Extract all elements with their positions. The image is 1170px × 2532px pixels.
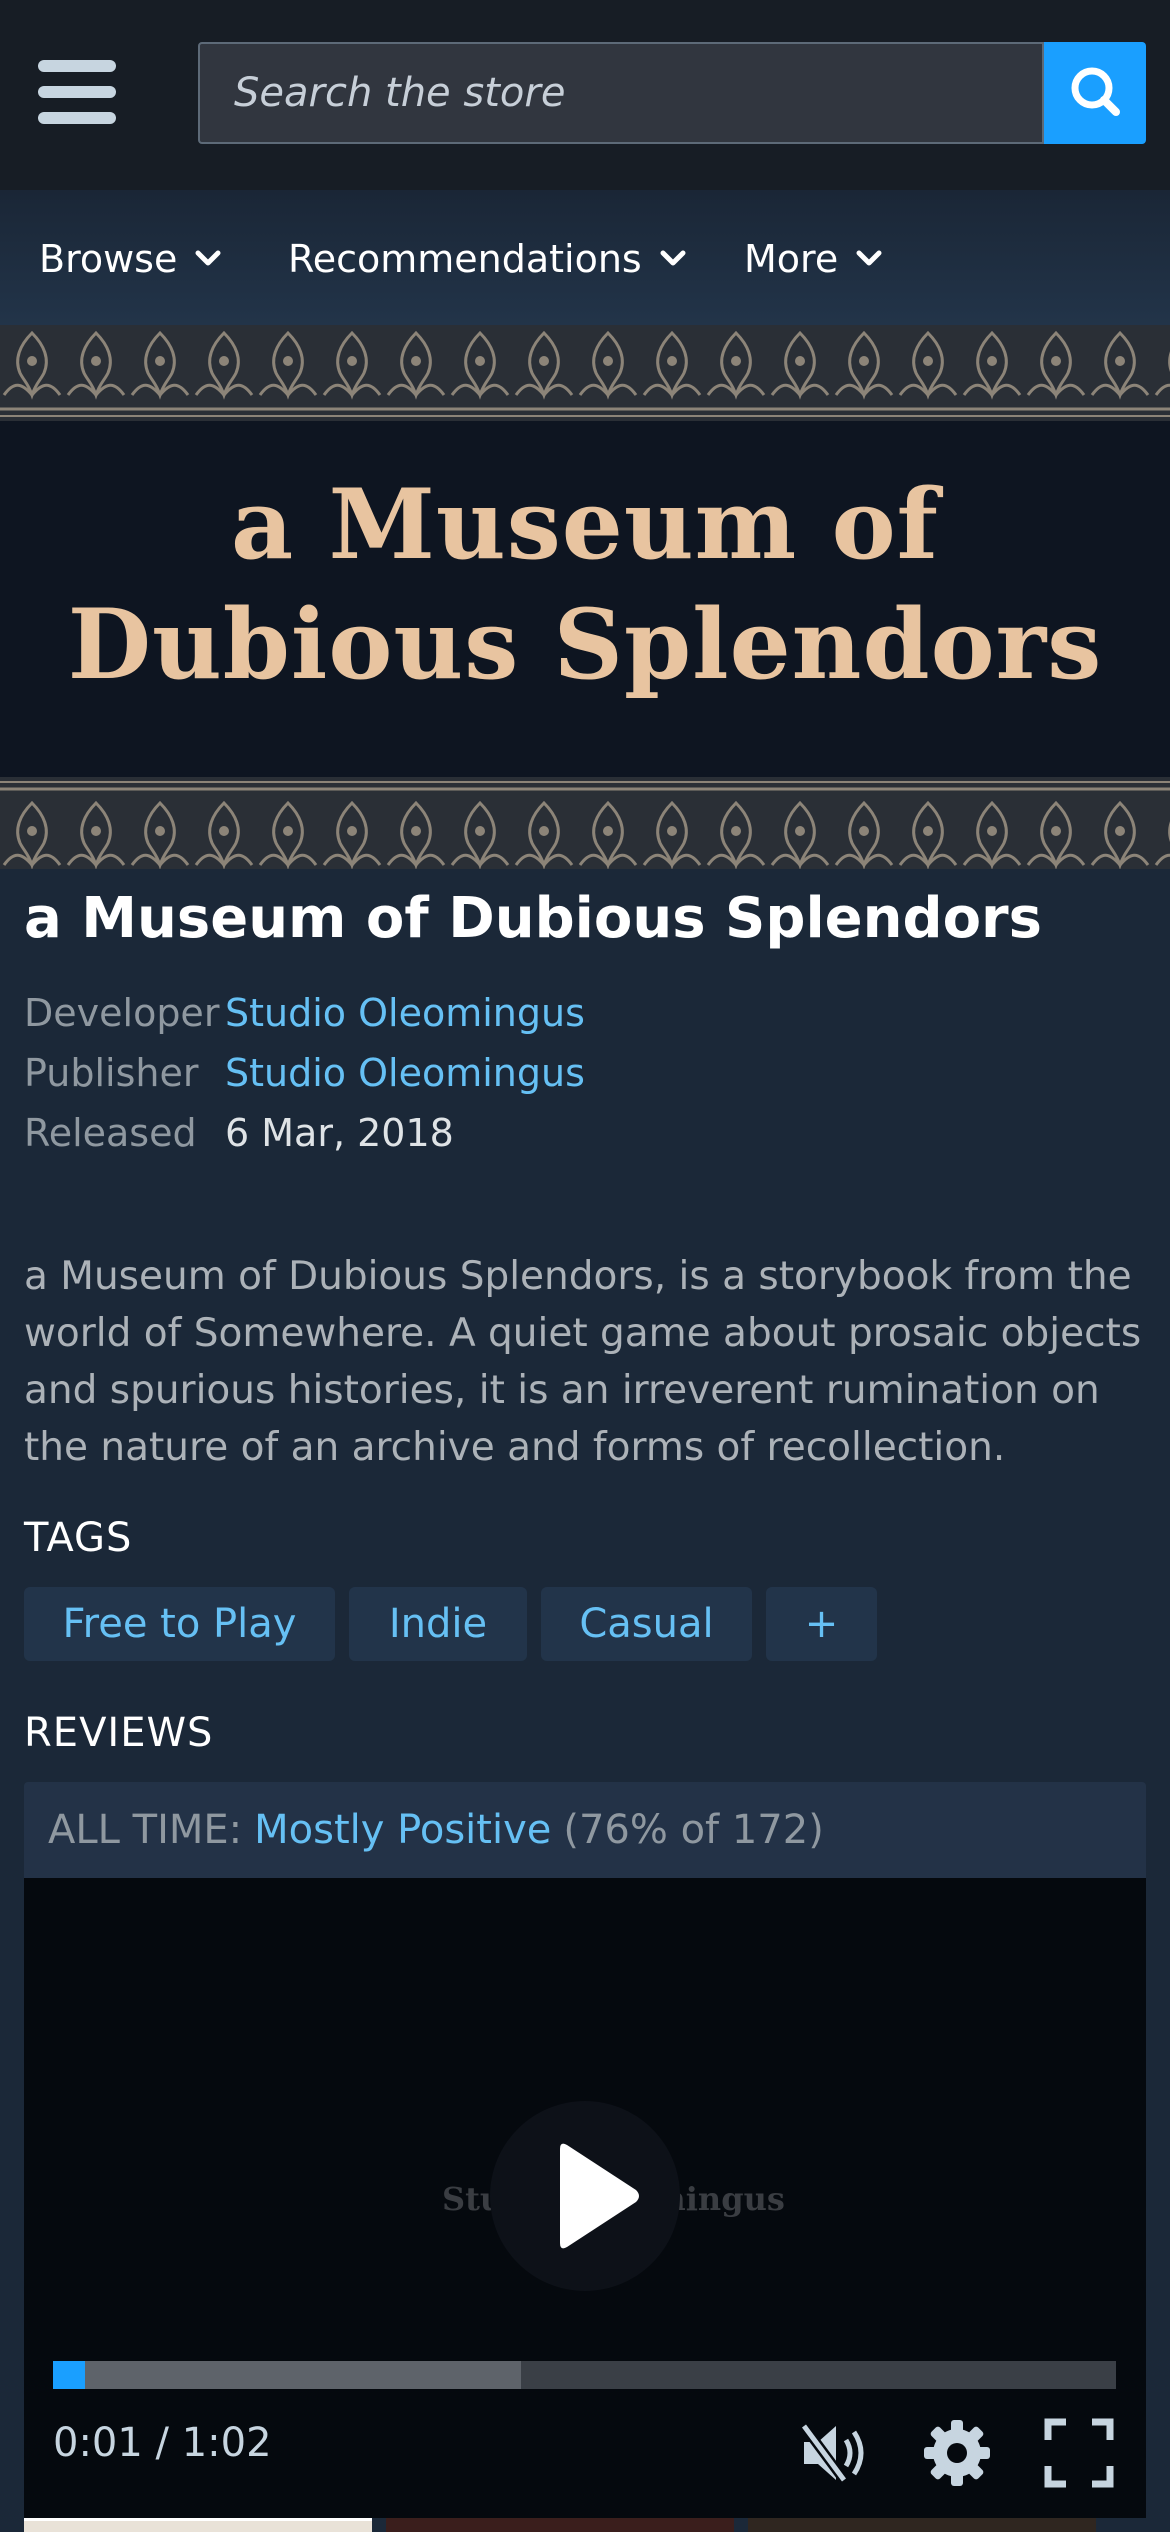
publisher-label: Publisher [24,1051,199,1095]
play-button[interactable] [490,2101,680,2291]
video-progress-fill [53,2361,85,2389]
developer-link[interactable]: Studio Oleomingus [225,991,585,1035]
thumbnail[interactable] [748,2518,1096,2532]
publisher-link[interactable]: Studio Oleomingus [225,1051,585,1095]
ornament-border-top [0,325,1170,421]
chevron-down-icon [660,250,686,266]
released-label: Released [24,1111,197,1155]
nav-browse[interactable]: Browse [39,234,221,284]
game-title: a Museum of Dubious Splendors [24,886,1043,951]
review-count: (76% of 172) [563,1807,824,1853]
nav-recommendations-label: Recommendations [288,237,642,281]
video-time: 0:01 / 1:02 [53,2420,272,2466]
review-rating-link[interactable]: Mostly Positive [254,1807,551,1853]
video-buffered [53,2361,521,2389]
chevron-down-icon [195,250,221,266]
game-banner: a Museum of Dubious Splendors [0,325,1170,869]
video-progress-bar[interactable] [53,2361,1116,2389]
hamburger-menu-icon[interactable] [38,60,116,124]
banner-title: a Museum of Dubious Splendors [0,465,1170,705]
store-nav: Browse Recommendations More [0,190,1170,325]
top-bar [0,0,1170,190]
banner-title-line2: Dubious Splendors [67,588,1103,701]
search-input[interactable] [198,42,1044,144]
play-icon [560,2143,639,2249]
thumbnail[interactable] [24,2518,372,2532]
nav-more[interactable]: More [744,234,882,284]
nav-browse-label: Browse [39,237,178,281]
screenshot-thumbnails [24,2518,1146,2532]
reviews-heading: REVIEWS [24,1710,214,1756]
tags-heading: TAGS [24,1515,133,1561]
search-icon [1071,67,1120,116]
review-period-label: ALL TIME: [48,1807,243,1853]
review-summary: ALL TIME: Mostly Positive (76% of 172) [24,1782,1146,1878]
search-button[interactable] [1044,42,1146,144]
settings-button[interactable] [922,2418,992,2488]
chevron-down-icon [856,250,882,266]
release-date: 6 Mar, 2018 [225,1111,454,1155]
mute-icon [799,2423,864,2483]
ornament-border-bottom [0,777,1170,869]
tag-indie[interactable]: Indie [349,1587,527,1661]
nav-more-label: More [744,237,839,281]
search-bar [198,42,1146,144]
tag-casual[interactable]: Casual [541,1587,752,1661]
nav-recommendations[interactable]: Recommendations [288,234,686,284]
mute-button[interactable] [798,2418,868,2488]
thumbnail[interactable] [386,2518,734,2532]
banner-title-line1: a Museum of [231,468,939,581]
tag-free-to-play[interactable]: Free to Play [24,1587,335,1661]
tag-more-button[interactable]: + [766,1587,877,1661]
fullscreen-button[interactable] [1044,2418,1114,2488]
game-description: a Museum of Dubious Splendors, is a stor… [24,1254,1142,1470]
developer-label: Developer [24,991,220,1035]
video-player[interactable]: Studio Oleomingus 0:01 / 1:02 [24,1878,1146,2518]
gear-icon [924,2420,990,2486]
fullscreen-icon [1044,2418,1114,2488]
